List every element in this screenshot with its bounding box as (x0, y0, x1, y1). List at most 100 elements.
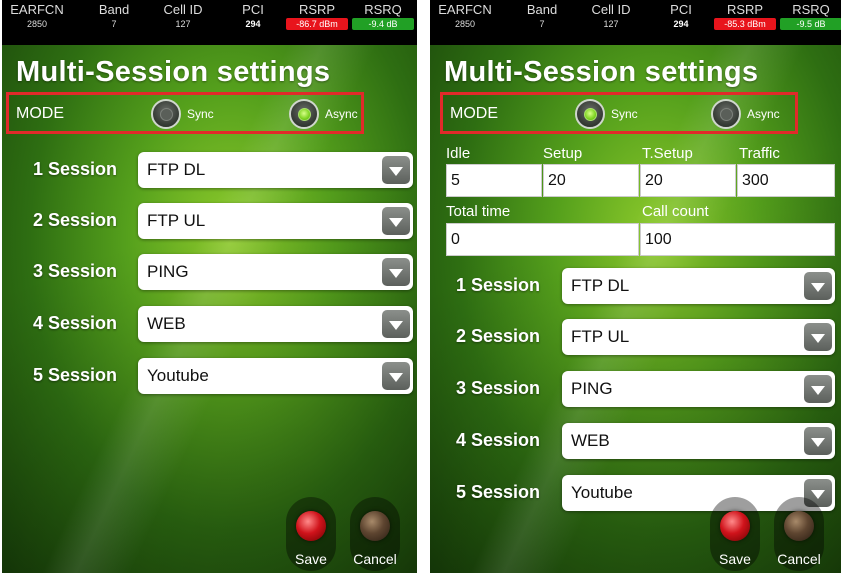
t-setup-label: T.Setup (642, 145, 693, 162)
red-led-icon (720, 511, 750, 541)
sync-label: Sync (611, 107, 638, 121)
session-row-2: 2 Session FTP UL (430, 319, 841, 357)
dropdown-value: Youtube (571, 483, 633, 502)
mode-label: MODE (450, 105, 498, 122)
status-band: Band 7 (79, 0, 149, 30)
mode-selector: MODE Sync Async (440, 92, 798, 134)
dropdown-value: WEB (571, 431, 610, 450)
chevron-down-icon (382, 156, 410, 184)
pci-value: 294 (245, 19, 261, 29)
session-label: 1 Session (33, 159, 118, 179)
session-row-4: 4 Session WEB (430, 423, 841, 461)
pci-header: PCI (670, 2, 692, 17)
earfcn-value: 2850 (454, 19, 476, 29)
radio-checked-icon (575, 99, 605, 129)
page-title: Multi-Session settings (16, 56, 331, 88)
total-time-field[interactable]: 0 (446, 223, 639, 256)
rsrp-header: RSRP (726, 2, 764, 17)
rsrp-header: RSRP (298, 2, 336, 17)
mode-async-radio[interactable]: Async (289, 99, 358, 129)
session-row-4: 4 Session WEB (2, 306, 417, 344)
session-4-dropdown[interactable]: WEB (562, 423, 835, 459)
session-row-5: 5 Session Youtube (2, 358, 417, 396)
idle-value: 5 (451, 172, 460, 189)
dropdown-value: Youtube (147, 366, 209, 385)
cancel-label: Cancel (777, 551, 821, 567)
status-band: Band 7 (507, 0, 577, 30)
setup-label: Setup (543, 145, 583, 162)
status-cell-id: Cell ID 127 (576, 0, 646, 30)
idle-field[interactable]: 5 (446, 164, 542, 197)
mode-async-radio[interactable]: Async (711, 99, 780, 129)
cancel-button[interactable]: Cancel (347, 497, 403, 573)
dropdown-value: FTP DL (571, 276, 630, 295)
mode-sync-radio[interactable]: Sync (575, 99, 638, 129)
session-2-dropdown[interactable]: FTP UL (138, 203, 413, 239)
save-label: Save (295, 551, 327, 567)
chevron-down-icon (382, 258, 410, 286)
mode-sync-radio[interactable]: Sync (151, 99, 214, 129)
rsrq-header: RSRQ (792, 2, 830, 17)
call-count-label: Call count (642, 203, 709, 220)
session-label: 2 Session (33, 210, 118, 230)
band-value: 7 (111, 19, 117, 29)
session-label: 5 Session (33, 365, 118, 385)
cell-id-header: Cell ID (591, 2, 631, 17)
red-led-icon (296, 511, 326, 541)
session-label: 5 Session (456, 482, 541, 502)
rsrq-header: RSRQ (364, 2, 402, 17)
band-header: Band (526, 2, 558, 17)
dropdown-value: PING (147, 262, 189, 281)
dropdown-value: PING (571, 379, 613, 398)
traffic-field[interactable]: 300 (737, 164, 835, 197)
cell-id-value: 127 (175, 19, 191, 29)
dropdown-value: FTP UL (147, 211, 206, 230)
session-4-dropdown[interactable]: WEB (138, 306, 413, 342)
screen-async-mode: EARFCN 2850 Band 7 Cell ID 127 PCI 294 R… (2, 0, 417, 573)
status-rsrq: RSRQ -9.4 dB (348, 0, 417, 30)
band-header: Band (98, 2, 130, 17)
dropdown-value: WEB (147, 314, 186, 333)
save-label: Save (719, 551, 751, 567)
brown-led-icon (784, 511, 814, 541)
earfcn-header: EARFCN (10, 2, 64, 17)
earfcn-value: 2850 (26, 19, 48, 29)
save-button[interactable]: Save (283, 497, 339, 573)
radio-checked-icon (289, 99, 319, 129)
rsrp-value: -85.3 dBm (714, 18, 776, 30)
session-row-3: 3 Session PING (430, 371, 841, 409)
session-2-dropdown[interactable]: FTP UL (562, 319, 835, 355)
session-label: 2 Session (456, 326, 541, 346)
screen-sync-mode: EARFCN 2850 Band 7 Cell ID 127 PCI 294 R… (430, 0, 841, 573)
mode-label: MODE (16, 105, 64, 122)
chevron-down-icon (382, 310, 410, 338)
band-value: 7 (539, 19, 545, 29)
rsrq-value: -9.4 dB (352, 18, 414, 30)
t-setup-field[interactable]: 20 (640, 164, 736, 197)
session-row-3: 3 Session PING (2, 254, 417, 292)
session-5-dropdown[interactable]: Youtube (138, 358, 413, 394)
radio-dot-selected (297, 107, 311, 121)
dropdown-value: FTP UL (571, 327, 630, 346)
status-pci: PCI 294 (646, 0, 716, 30)
call-count-field[interactable]: 100 (640, 223, 835, 256)
session-1-dropdown[interactable]: FTP DL (138, 152, 413, 188)
dropdown-value: FTP DL (147, 160, 206, 179)
save-button[interactable]: Save (707, 497, 763, 573)
session-row-1: 1 Session FTP DL (2, 152, 417, 190)
session-3-dropdown[interactable]: PING (562, 371, 835, 407)
chevron-down-icon (804, 272, 832, 300)
setup-field[interactable]: 20 (543, 164, 639, 197)
session-label: 3 Session (456, 378, 541, 398)
cancel-button[interactable]: Cancel (771, 497, 827, 573)
session-3-dropdown[interactable]: PING (138, 254, 413, 290)
session-1-dropdown[interactable]: FTP DL (562, 268, 835, 304)
session-label: 4 Session (456, 430, 541, 450)
chevron-down-icon (382, 362, 410, 390)
call-count-value: 100 (645, 231, 672, 248)
chevron-down-icon (382, 207, 410, 235)
idle-label: Idle (446, 145, 471, 162)
radio-dot (159, 107, 173, 121)
cancel-label: Cancel (353, 551, 397, 567)
session-label: 1 Session (456, 275, 541, 295)
